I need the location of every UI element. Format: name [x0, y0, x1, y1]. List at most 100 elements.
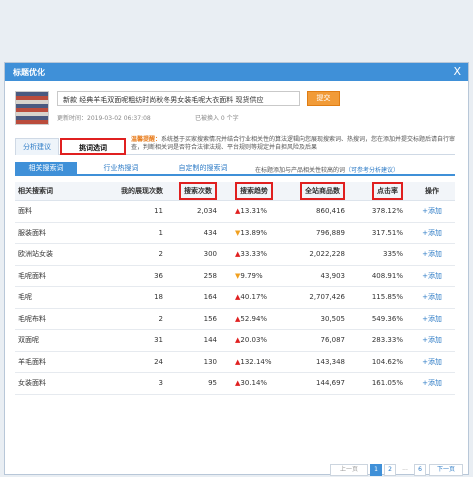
add-button[interactable]: +添加 — [409, 329, 455, 352]
col-action: 操作 — [409, 182, 455, 201]
impressions-cell: 11 — [95, 200, 169, 223]
page-1-button[interactable]: 1 — [370, 464, 382, 476]
add-label: 添加 — [427, 228, 442, 237]
table-header-row: 相关搜索词 我的展现次数 搜索次数 搜索趋势 全站商品数 点击率 操作 — [15, 182, 455, 201]
add-button[interactable]: +添加 — [409, 372, 455, 395]
col-trend[interactable]: 搜索趋势 — [223, 182, 285, 201]
col-searches[interactable]: 搜索次数 — [169, 182, 223, 201]
ctr-cell: 115.85% — [351, 286, 409, 309]
col-products[interactable]: 全站商品数 — [285, 182, 351, 201]
trend-cell: ▲52.94% — [223, 308, 285, 330]
table-row: 面料 11 2,034 ▲13.31% 860,416 378.12% +添加 — [15, 200, 455, 223]
trend-value: 40.17% — [240, 293, 268, 302]
searches-cell: 156 — [169, 308, 223, 330]
trend-value: 20.03% — [240, 336, 268, 345]
products-cell: 144,697 — [285, 372, 351, 395]
add-button[interactable]: +添加 — [409, 222, 455, 244]
trend-cell: ▲30.14% — [223, 372, 285, 395]
product-thumbnail — [15, 91, 49, 125]
impressions-cell: 24 — [95, 351, 169, 373]
searches-cell: 130 — [169, 351, 223, 373]
submit-button[interactable]: 提交 — [307, 91, 340, 106]
keyword-table: 相关搜索词 我的展现次数 搜索次数 搜索趋势 全站商品数 点击率 操作 面料 11… — [15, 182, 455, 395]
trend-cell: ▲33.33% — [223, 243, 285, 266]
ctr-cell: 408.91% — [351, 265, 409, 287]
notice-text: 温馨提醒：系统基于买家搜索情况并结合行业相关性的算法逻辑向您展现搜索词、热搜词，… — [131, 136, 462, 152]
subtab-custom[interactable]: 自定制的搜索词 — [163, 162, 243, 175]
col-trend-label: 搜索趋势 — [235, 182, 273, 200]
keyword-cell: 欧洲站女装 — [15, 243, 95, 266]
products-cell: 860,416 — [285, 200, 351, 223]
subtab-related[interactable]: 相关搜索词 — [15, 162, 77, 175]
products-cell: 143,348 — [285, 351, 351, 373]
tab-analysis[interactable]: 分析建议 — [15, 138, 59, 155]
table-row: 毛呢布料 2 156 ▲52.94% 30,505 549.36% +添加 — [15, 308, 455, 330]
add-label: 添加 — [427, 271, 442, 280]
page-2-button[interactable]: 2 — [384, 464, 396, 476]
keyword-cell: 毛呢面料 — [15, 265, 95, 287]
add-button[interactable]: +添加 — [409, 200, 455, 223]
table-row: 女装面料 3 95 ▲30.14% 144,697 161.05% +添加 — [15, 372, 455, 395]
notice-lead: 温馨提醒： — [131, 136, 162, 143]
col-keyword: 相关搜索词 — [15, 182, 95, 201]
trend-value: 13.31% — [240, 207, 268, 216]
keyword-cell: 服装面料 — [15, 222, 95, 244]
ctr-cell: 317.51% — [351, 222, 409, 244]
subtab-industry-hot[interactable]: 行业热搜词 — [89, 162, 153, 175]
searches-cell: 144 — [169, 329, 223, 352]
keyword-cell: 毛呢 — [15, 286, 95, 309]
ctr-cell: 104.62% — [351, 351, 409, 373]
keyword-cell: 女装面料 — [15, 372, 95, 395]
trend-value: 52.94% — [240, 314, 268, 323]
add-button[interactable]: +添加 — [409, 351, 455, 373]
add-label: 添加 — [427, 357, 442, 366]
col-searches-label: 搜索次数 — [179, 182, 217, 200]
product-title-input[interactable]: 新款 经典羊毛双面呢粗纺时尚秋冬男女装毛呢大衣面料 现货供应 — [57, 91, 300, 106]
table-row: 服装面料 1 434 ▼13.89% 796,889 317.51% +添加 — [15, 222, 455, 244]
ctr-cell: 283.33% — [351, 329, 409, 352]
col-products-label: 全站商品数 — [300, 182, 345, 200]
trend-cell: ▲13.31% — [223, 200, 285, 223]
hint-main: 在标题添加与产品相关性较高的词 — [255, 167, 346, 174]
modified-count: 已被换入 0 个字 — [195, 115, 239, 122]
table-row: 羊毛面料 24 130 ▲132.14% 143,348 104.62% +添加 — [15, 351, 455, 373]
table-row: 毛呢 18 164 ▲40.17% 2,707,426 115.85% +添加 — [15, 286, 455, 309]
table-row: 双面呢 31 144 ▲20.03% 76,087 283.33% +添加 — [15, 329, 455, 352]
add-button[interactable]: +添加 — [409, 308, 455, 330]
trend-value: 13.89% — [240, 228, 268, 237]
trend-value: 30.14% — [240, 379, 268, 388]
add-button[interactable]: +添加 — [409, 286, 455, 309]
tab-select-words[interactable]: 挑词选词 — [60, 138, 126, 155]
products-cell: 76,087 — [285, 329, 351, 352]
prev-page-button[interactable]: 上一页 — [330, 464, 368, 476]
add-label: 添加 — [427, 293, 442, 302]
title-optimization-dialog: 标题优化 X 新款 经典羊毛双面呢粗纺时尚秋冬男女装毛呢大衣面料 现货供应 提交… — [4, 62, 469, 476]
hint-link[interactable]: （可参考分析建议） — [345, 167, 399, 174]
keyword-cell: 毛呢布料 — [15, 308, 95, 330]
update-time: 更新时间：2019-03-02 06:37:08 — [57, 115, 151, 122]
add-button[interactable]: +添加 — [409, 243, 455, 266]
col-impressions[interactable]: 我的展现次数 — [95, 182, 169, 201]
impressions-cell: 3 — [95, 372, 169, 395]
impressions-cell: 1 — [95, 222, 169, 244]
add-button[interactable]: +添加 — [409, 265, 455, 287]
trend-cell: ▲40.17% — [223, 286, 285, 309]
impressions-cell: 36 — [95, 265, 169, 287]
products-cell: 30,505 — [285, 308, 351, 330]
next-page-button[interactable]: 下一页 — [429, 464, 463, 476]
close-icon[interactable]: X — [453, 65, 461, 78]
keyword-cell: 双面呢 — [15, 329, 95, 352]
impressions-cell: 18 — [95, 286, 169, 309]
keyword-cell: 面料 — [15, 200, 95, 223]
hint-text: 在标题添加与产品相关性较高的词（可参考分析建议） — [255, 165, 399, 174]
searches-cell: 434 — [169, 222, 223, 244]
ctr-cell: 335% — [351, 243, 409, 266]
add-label: 添加 — [427, 314, 442, 323]
impressions-cell: 31 — [95, 329, 169, 352]
ctr-cell: 161.05% — [351, 372, 409, 395]
searches-cell: 300 — [169, 243, 223, 266]
pager-ellipsis: ... — [402, 465, 408, 472]
page-6-button[interactable]: 6 — [414, 464, 426, 476]
col-ctr[interactable]: 点击率 — [351, 182, 409, 201]
trend-cell: ▲132.14% — [223, 351, 285, 373]
